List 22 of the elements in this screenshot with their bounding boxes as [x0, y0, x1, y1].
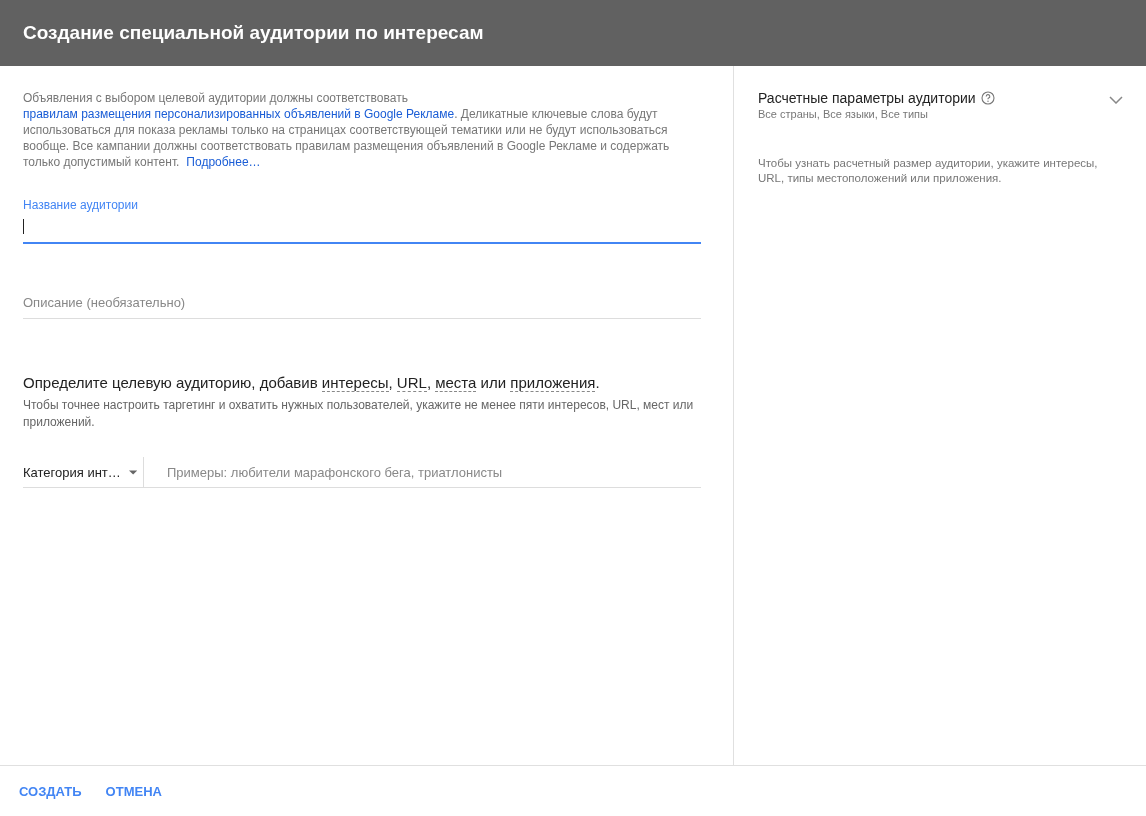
targeting-hint: Чтобы точнее настроить таргетинг и охватить нужных пользователей, укажите не менее пяти интересов, URL, мест или приложений. — [23, 397, 695, 431]
footer-button[interactable]: СОЗДАТЬ — [10, 777, 91, 805]
policy-link[interactable]: правилам размещения персонализированных — [23, 107, 281, 121]
chevron-icon[interactable] — [1109, 96, 1123, 104]
policy-notice: Объявления с выбором целевой аудитории должны соответствовать правилам размещения персонализированных объявлений в Google Рекламе. Деликатные ключевые слова будут использоваться для показа рекламы только на страницах соответствующей тематики или не будут использоваться вообще. Все кампании должны соответствовать правилам размещения объявлений в Google Рекламе и содержать только допустимый контент. Подробнее… — [23, 90, 671, 170]
help-icon[interactable] — [980, 91, 995, 105]
description-field[interactable]: Описание (необязательно) — [23, 292, 701, 312]
targeting-heading: Определите целевую аудиторию, добавив интересы, URL, места или приложения. — [23, 374, 601, 391]
policy-link[interactable]: Подробнее… — [186, 155, 261, 169]
term-link[interactable]: интересы — [321, 374, 389, 392]
dropdown-caret-icon — [128, 469, 137, 475]
dialog-title: Создание специальной аудитории по интересам — [23, 22, 484, 44]
footer-button[interactable]: ОТМЕНА — [96, 777, 171, 805]
text-cursor — [23, 219, 24, 234]
term-link[interactable]: места — [435, 374, 477, 392]
term-link[interactable]: приложения — [510, 374, 596, 392]
estimate-hint: Чтобы узнать расчетный размер аудитории, укажите интересы, URL, типы местоположений или приложения. — [758, 156, 1099, 186]
field-label: Название аудитории — [23, 198, 138, 212]
estimate-subtitle: Все страны, Все языки, Все типы — [758, 108, 929, 120]
estimate-title: Расчетные параметры аудитории — [758, 90, 976, 106]
audience-name-field[interactable]: Название аудитории — [23, 195, 701, 244]
term-link[interactable]: URL — [396, 374, 427, 392]
